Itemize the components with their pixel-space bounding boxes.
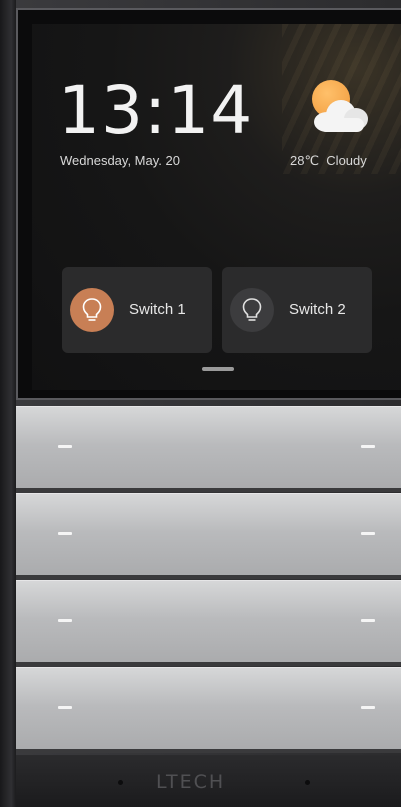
physical-button-2[interactable] [16,493,401,579]
page-indicator[interactable] [202,367,234,371]
sensor-dot-right [305,780,310,785]
partly-cloudy-icon [308,80,372,136]
switch-2-toggle[interactable] [230,288,274,332]
lightbulb-icon [242,298,262,321]
physical-button-4[interactable] [16,667,401,753]
switch-card-1[interactable]: Switch 1 [62,267,212,353]
button-indicator-left [58,532,72,535]
lightbulb-icon [82,298,102,321]
button-indicator-left [58,445,72,448]
button-indicator-right [361,532,375,535]
button-indicator-right [361,619,375,622]
clock-time: 13:14 [58,72,254,149]
button-indicator-left [58,706,72,709]
weather-readout: 28℃ Cloudy [290,153,367,169]
weather-temperature: 28℃ [290,153,320,168]
device-bezel [0,0,16,807]
physical-button-3[interactable] [16,580,401,666]
brand-logo: LTECH [156,771,226,793]
cloud-shape [314,98,370,132]
switch-1-label: Switch 1 [129,301,186,318]
weather-condition: Cloudy [326,153,367,168]
clock-date: Wednesday, May. 20 [60,153,180,168]
switch-card-2[interactable]: Switch 2 [222,267,372,353]
button-indicator-right [361,706,375,709]
sensor-dot-left [118,780,123,785]
physical-button-1[interactable] [16,406,401,492]
smart-panel-device: 13:14 Wednesday, May. 20 28℃ Cloudy Swit… [0,0,401,807]
button-indicator-left [58,619,72,622]
touch-screen: 13:14 Wednesday, May. 20 28℃ Cloudy Swit… [32,24,401,390]
switch-2-label: Switch 2 [289,301,346,318]
button-indicator-right [361,445,375,448]
switch-1-toggle[interactable] [70,288,114,332]
